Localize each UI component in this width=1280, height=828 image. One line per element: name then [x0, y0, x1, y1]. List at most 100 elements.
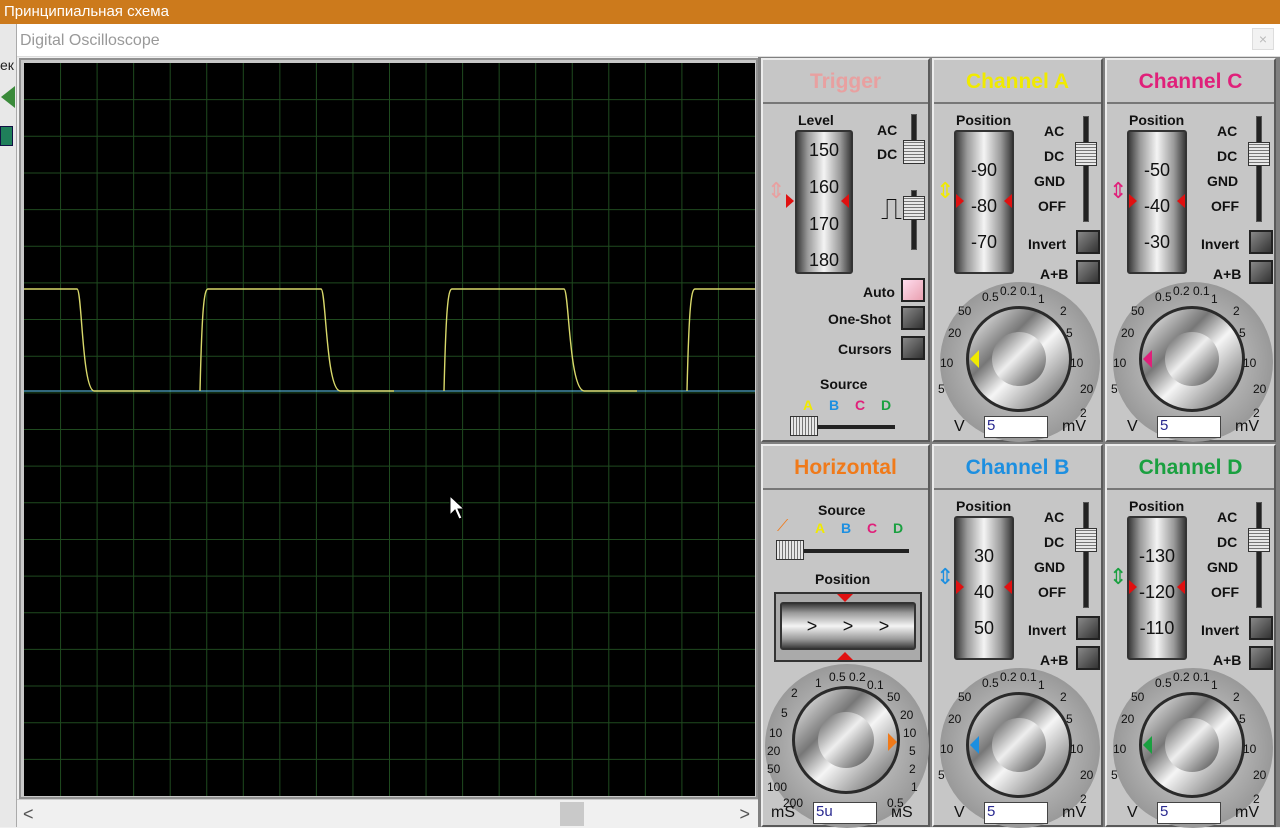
position-value: -130: [1138, 546, 1176, 566]
horizontal-position-label: Position: [815, 571, 871, 587]
oscilloscope-titlebar: Digital Oscilloscope ×: [17, 24, 1280, 57]
level-updown-icon[interactable]: ⇕: [767, 178, 785, 204]
scope-screen-frame: [19, 58, 758, 799]
coupling-ac-label: AC: [1044, 509, 1065, 525]
auto-button[interactable]: [901, 278, 925, 302]
ch-a-volts-value-field[interactable]: 5: [984, 416, 1048, 438]
scale-label: 20: [948, 712, 962, 726]
scale-label: 10: [1113, 356, 1127, 370]
scale-label: 0.5: [982, 676, 999, 690]
one-shot-label: One-Shot: [828, 311, 891, 327]
horizontal-position-drum[interactable]: > > >: [780, 602, 916, 650]
coupling-dc-label: DC: [1044, 534, 1065, 550]
scale-label: 20: [1080, 768, 1094, 782]
trigger-source-slider[interactable]: [790, 416, 818, 436]
scale-label: 20: [767, 744, 781, 758]
scale-label: 1: [1211, 678, 1218, 692]
trigger-coupling-switch[interactable]: [903, 140, 925, 164]
coupling-gnd-label: GND: [1207, 559, 1239, 575]
ch-d-volts-value-field[interactable]: 5: [1157, 802, 1221, 824]
ch-b-coupling-switch[interactable]: [1075, 528, 1097, 552]
scale-label: 100: [767, 780, 788, 794]
scale-label: 5: [1066, 326, 1073, 340]
scale-label: 0.2: [1000, 670, 1017, 684]
scale-label: 5: [938, 382, 945, 396]
channel-a-section: Channel A Position -90 -80 -70 ⇕ AC DC G…: [932, 58, 1103, 442]
ch-d-invert-button[interactable]: [1249, 616, 1273, 640]
ch-b-volts-value-field[interactable]: 5: [984, 802, 1048, 824]
one-shot-button[interactable]: [901, 306, 925, 330]
ch-a-invert-button[interactable]: [1076, 230, 1100, 254]
position-pointer-right-icon: [1004, 194, 1012, 208]
source-c: C: [855, 397, 866, 413]
source-b: B: [829, 397, 840, 413]
scale-label: 2: [1060, 304, 1067, 318]
coupling-gnd-label: GND: [1034, 173, 1066, 189]
ch-a-volts-knob-center: [992, 332, 1046, 386]
scale-label: 0.1: [1193, 284, 1210, 298]
position-updown-icon[interactable]: ⇕: [936, 178, 954, 204]
scale-label: 0.5: [829, 670, 846, 684]
ch-b-invert-button[interactable]: [1076, 616, 1100, 640]
horizontal-source-label: Source: [818, 502, 866, 518]
scale-label: 0.2: [1173, 284, 1190, 298]
cursors-button[interactable]: [901, 336, 925, 360]
timebase-knob-center: [818, 712, 874, 768]
horizontal-scrollbar[interactable]: < >: [17, 799, 758, 827]
position-pointer-left-icon: [956, 194, 964, 208]
ch-b-a-plus-b-button[interactable]: [1076, 646, 1100, 670]
ch-b-title: Channel B: [934, 446, 1101, 490]
coupling-off-label: OFF: [1211, 584, 1239, 600]
position-value: -110: [1139, 618, 1175, 638]
scale-label: 10: [1243, 742, 1257, 756]
horizontal-title: Horizontal: [763, 446, 928, 490]
position-value: -50: [1143, 160, 1170, 180]
position-pointer-right-icon: [1177, 580, 1185, 594]
toolbar-arrow-icon[interactable]: [1, 86, 15, 108]
horizontal-source-slider[interactable]: [776, 540, 804, 560]
ch-a-a-plus-b-button[interactable]: [1076, 260, 1100, 284]
h-source-b: B: [841, 520, 852, 536]
coupling-off-label: OFF: [1038, 198, 1066, 214]
scale-label: 5: [1111, 382, 1118, 396]
scale-label: 0.1: [1193, 670, 1210, 684]
scale-label: 20: [1253, 768, 1267, 782]
scale-label: 5: [909, 744, 916, 758]
trigger-edge-switch[interactable]: [903, 196, 925, 220]
scale-label: 0.5: [982, 290, 999, 304]
ch-d-a-plus-b-button[interactable]: [1249, 646, 1273, 670]
ch-c-invert-button[interactable]: [1249, 230, 1273, 254]
position-updown-icon[interactable]: ⇕: [1109, 564, 1127, 590]
position-pointer-top-icon: [837, 594, 853, 602]
volts-unit-right: mV: [1062, 418, 1086, 435]
close-button[interactable]: ×: [1252, 28, 1274, 50]
scale-label: 1: [1038, 292, 1045, 306]
ch-c-volts-value-field[interactable]: 5: [1157, 416, 1221, 438]
position-updown-icon[interactable]: ⇕: [1109, 178, 1127, 204]
timebase-value-field[interactable]: 5u: [813, 802, 877, 824]
scale-label: 10: [1070, 356, 1084, 370]
scroll-left-icon[interactable]: <: [23, 804, 34, 825]
ch-a-coupling-switch[interactable]: [1075, 142, 1097, 166]
ch-c-coupling-switch[interactable]: [1248, 142, 1270, 166]
position-value: -30: [1143, 232, 1170, 252]
position-updown-icon[interactable]: ⇕: [936, 564, 954, 590]
scale-label: 0.5: [1155, 290, 1172, 304]
position-pointer-right-icon: [1177, 194, 1185, 208]
scale-label: 5: [1239, 712, 1246, 726]
scroll-thumb[interactable]: [560, 802, 584, 826]
ch-c-a-plus-b-button[interactable]: [1249, 260, 1273, 284]
coupling-gnd-label: GND: [1034, 559, 1066, 575]
ch-d-title: Channel D: [1107, 446, 1274, 490]
window-title: Digital Oscilloscope: [20, 32, 160, 49]
scope-display[interactable]: [24, 63, 755, 796]
ch-c-title: Channel C: [1107, 60, 1274, 104]
ch-d-coupling-switch[interactable]: [1248, 528, 1270, 552]
scale-label: 50: [767, 762, 781, 776]
position-value: 50: [973, 618, 995, 638]
trigger-title: Trigger: [763, 60, 928, 104]
scale-label: 20: [1121, 326, 1135, 340]
toolbar-document-icon[interactable]: [0, 126, 13, 146]
scroll-right-icon[interactable]: >: [739, 804, 750, 825]
coupling-off-label: OFF: [1211, 198, 1239, 214]
